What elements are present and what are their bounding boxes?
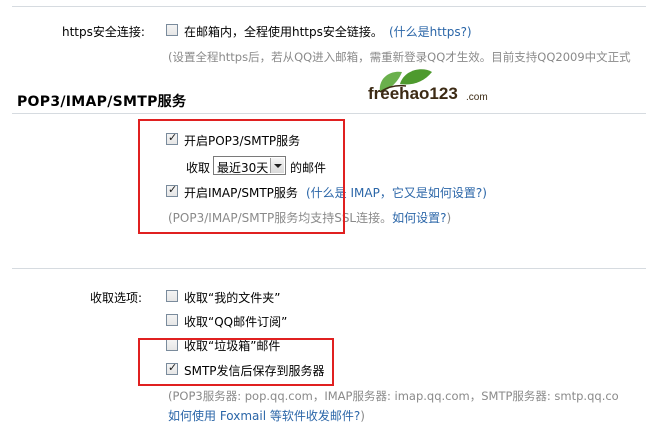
https-checkbox[interactable] bbox=[166, 24, 178, 36]
section-title: POP3/IMAP/SMTP服务 bbox=[17, 94, 187, 110]
freehao123-logo: freehao123 .com bbox=[366, 62, 496, 110]
highlight-box-pop3 bbox=[138, 119, 345, 234]
receive-qq-subscriptions-checkbox[interactable] bbox=[166, 314, 178, 326]
logo-com: .com bbox=[466, 92, 488, 103]
highlight-box-smtp bbox=[138, 338, 334, 386]
servers-note: (POP3服务器: pop.qq.com，IMAP服务器: imap.qq.co… bbox=[168, 389, 619, 403]
https-label: https安全连接: bbox=[62, 25, 145, 39]
ssl-howto-link[interactable]: 如何设置? bbox=[392, 211, 446, 225]
ssl-note-end: ) bbox=[446, 211, 452, 225]
foxmail-end: ) bbox=[360, 409, 365, 423]
receive-my-folders-checkbox[interactable] bbox=[166, 290, 178, 302]
foxmail-note: 如何使用 Foxmail 等软件收发邮件?) bbox=[168, 407, 365, 424]
section-divider bbox=[12, 113, 646, 114]
https-help-link[interactable]: (什么是https?) bbox=[389, 23, 472, 40]
top-divider bbox=[12, 6, 646, 7]
receive-my-folders-label: 收取“我的文件夹” bbox=[184, 291, 281, 305]
receive-options-label: 收取选项: bbox=[90, 291, 143, 305]
mid-divider bbox=[12, 268, 646, 269]
logo-text: freehao123 bbox=[368, 84, 458, 103]
receive-qq-subscriptions-label: 收取“QQ邮件订阅” bbox=[184, 315, 288, 329]
foxmail-link[interactable]: 如何使用 Foxmail 等软件收发邮件? bbox=[168, 409, 360, 423]
https-option-text: 在邮箱内，全程使用https安全链接。 bbox=[184, 25, 383, 39]
